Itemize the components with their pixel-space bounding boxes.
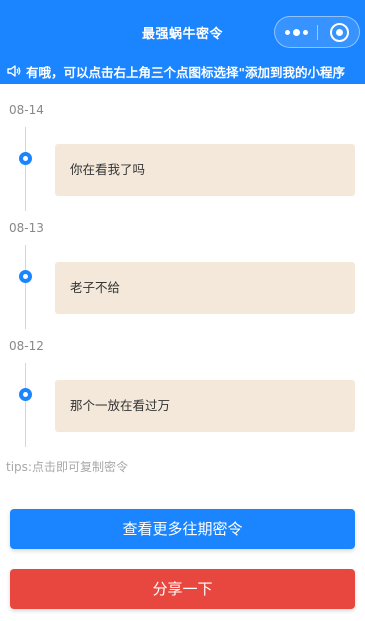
timeline-dot-icon [19, 388, 32, 401]
notice-bar: 有哦，可以点击右上角三个点图标选择"添加到我的小程序 [0, 58, 365, 84]
timeline-line [25, 363, 26, 447]
entry-date: 08-12 [9, 339, 44, 353]
timeline-line [25, 127, 26, 211]
capsule-divider [317, 25, 318, 40]
more-dots-icon[interactable] [285, 17, 309, 47]
navigation-bar: 最强蜗牛密令 [0, 0, 365, 58]
mini-program-capsule [274, 16, 360, 48]
speaker-icon [7, 65, 21, 77]
share-button[interactable]: 分享一下 [10, 569, 355, 609]
timeline-dot-icon [19, 152, 32, 165]
code-card[interactable]: 你在看我了吗 [55, 144, 355, 196]
entry-date: 08-13 [9, 221, 44, 235]
target-close-icon[interactable] [330, 23, 349, 42]
entry-date: 08-14 [9, 103, 44, 117]
timeline-entry: 08-13 老子不给 [0, 213, 365, 331]
copy-tips: tips:点击即可复制密令 [6, 460, 128, 474]
timeline-entry: 08-14 你在看我了吗 [0, 95, 365, 213]
timeline-line [25, 245, 26, 329]
timeline-entry: 08-12 那个一放在看过万 [0, 331, 365, 449]
code-card[interactable]: 老子不给 [55, 262, 355, 314]
timeline-dot-icon [19, 270, 32, 283]
code-timeline: 08-14 你在看我了吗 08-13 老子不给 08-12 那个一放在看过万 [0, 95, 365, 449]
code-card[interactable]: 那个一放在看过万 [55, 380, 355, 432]
notice-text: 有哦，可以点击右上角三个点图标选择"添加到我的小程序 [26, 65, 346, 80]
view-more-codes-button[interactable]: 查看更多往期密令 [10, 509, 355, 549]
